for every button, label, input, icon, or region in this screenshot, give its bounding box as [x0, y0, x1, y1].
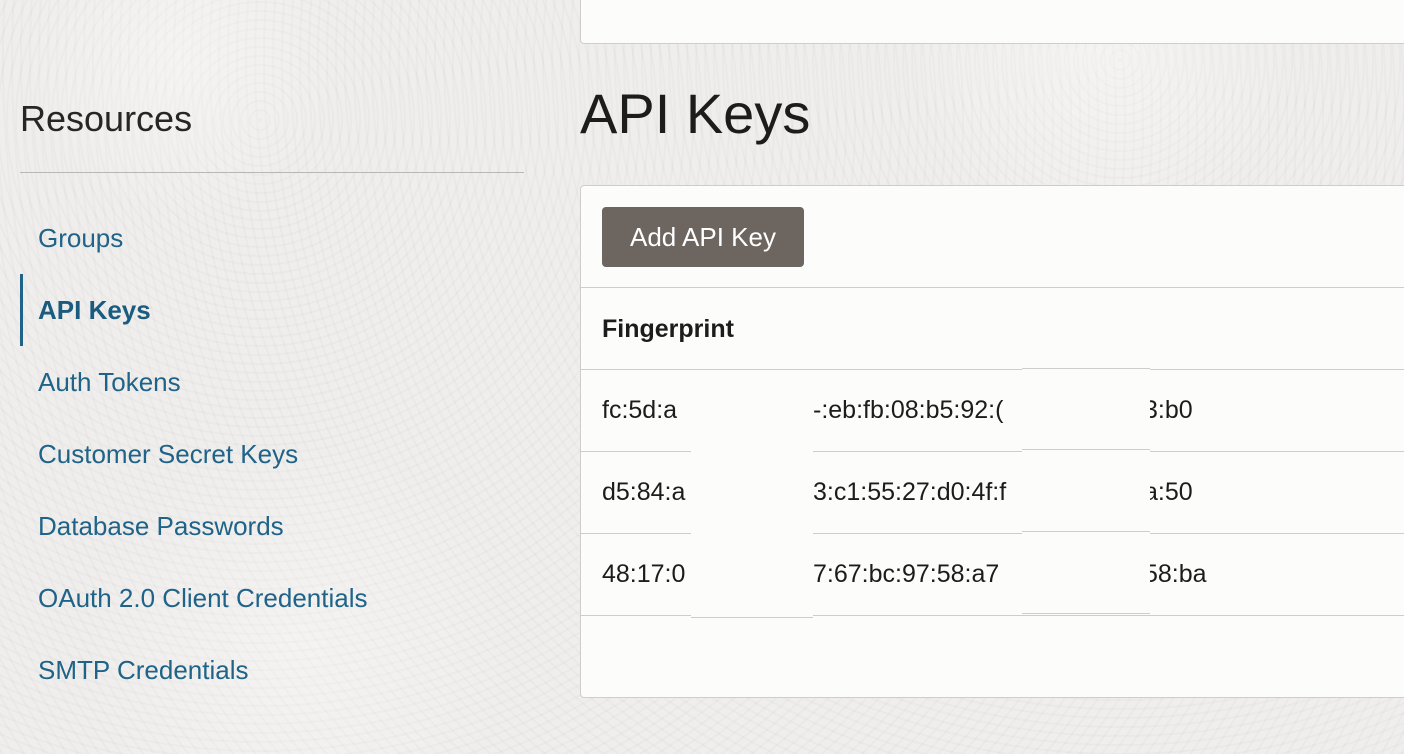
fingerprint-segment: -:eb:fb:08:b5:92:( — [813, 370, 1021, 451]
fingerprint-segment: d5:84:a — [602, 478, 686, 506]
sidebar-item-api-keys[interactable]: API Keys — [20, 274, 524, 346]
redaction-block — [1022, 450, 1150, 532]
sidebar-item-oauth-client-credentials[interactable]: OAuth 2.0 Client Credentials — [20, 562, 524, 634]
resources-nav: Groups API Keys Auth Tokens Customer Sec… — [20, 202, 524, 706]
fingerprint-text: -:eb:fb:08:b5:92:( — [813, 396, 1004, 424]
column-header-fingerprint[interactable]: Fingerprint — [581, 288, 1404, 370]
fingerprint-segment: a:50 — [1144, 452, 1344, 533]
toolbar: Add API Key — [581, 186, 1404, 288]
fingerprint-segment: 7:67:bc:97:58:a7 — [813, 534, 1021, 615]
fingerprint-segment: 48:17:0 — [602, 560, 686, 588]
redaction-block — [1022, 532, 1150, 614]
fingerprint-segment: fc:5d:a — [602, 396, 678, 424]
sidebar-item-smtp-credentials[interactable]: SMTP Credentials — [20, 634, 524, 706]
page-title: API Keys — [580, 82, 811, 145]
add-api-key-button[interactable]: Add API Key — [602, 207, 804, 267]
sidebar-item-groups[interactable]: Groups — [20, 202, 524, 274]
fingerprint-text: 3:c1:55:27:d0:4f:f — [813, 478, 1007, 506]
sidebar-item-auth-tokens[interactable]: Auth Tokens — [20, 346, 524, 418]
fingerprint-segment: 3:b0 — [1144, 370, 1344, 451]
fingerprint-text: a:50 — [1144, 478, 1193, 506]
sidebar-item-database-passwords[interactable]: Database Passwords — [20, 490, 524, 562]
redaction-block — [1022, 368, 1150, 450]
fingerprint-text: 3:b0 — [1144, 396, 1193, 424]
redaction-block — [691, 370, 813, 618]
fingerprint-segment: 58:ba — [1144, 534, 1344, 615]
fingerprint-segment: 3:c1:55:27:d0:4f:f — [813, 452, 1021, 533]
fingerprint-text: 7:67:bc:97:58:a7 — [813, 560, 1000, 588]
resources-sidebar: Resources Groups API Keys Auth Tokens Cu… — [20, 96, 524, 685]
sidebar-divider — [20, 172, 524, 173]
sidebar-item-customer-secret-keys[interactable]: Customer Secret Keys — [20, 418, 524, 490]
sidebar-title: Resources — [20, 98, 193, 139]
top-card — [580, 0, 1404, 44]
api-keys-panel: Add API Key Fingerprint fc:5d:a -:eb:fb:… — [580, 185, 1404, 698]
fingerprint-text: 58:ba — [1144, 560, 1207, 588]
